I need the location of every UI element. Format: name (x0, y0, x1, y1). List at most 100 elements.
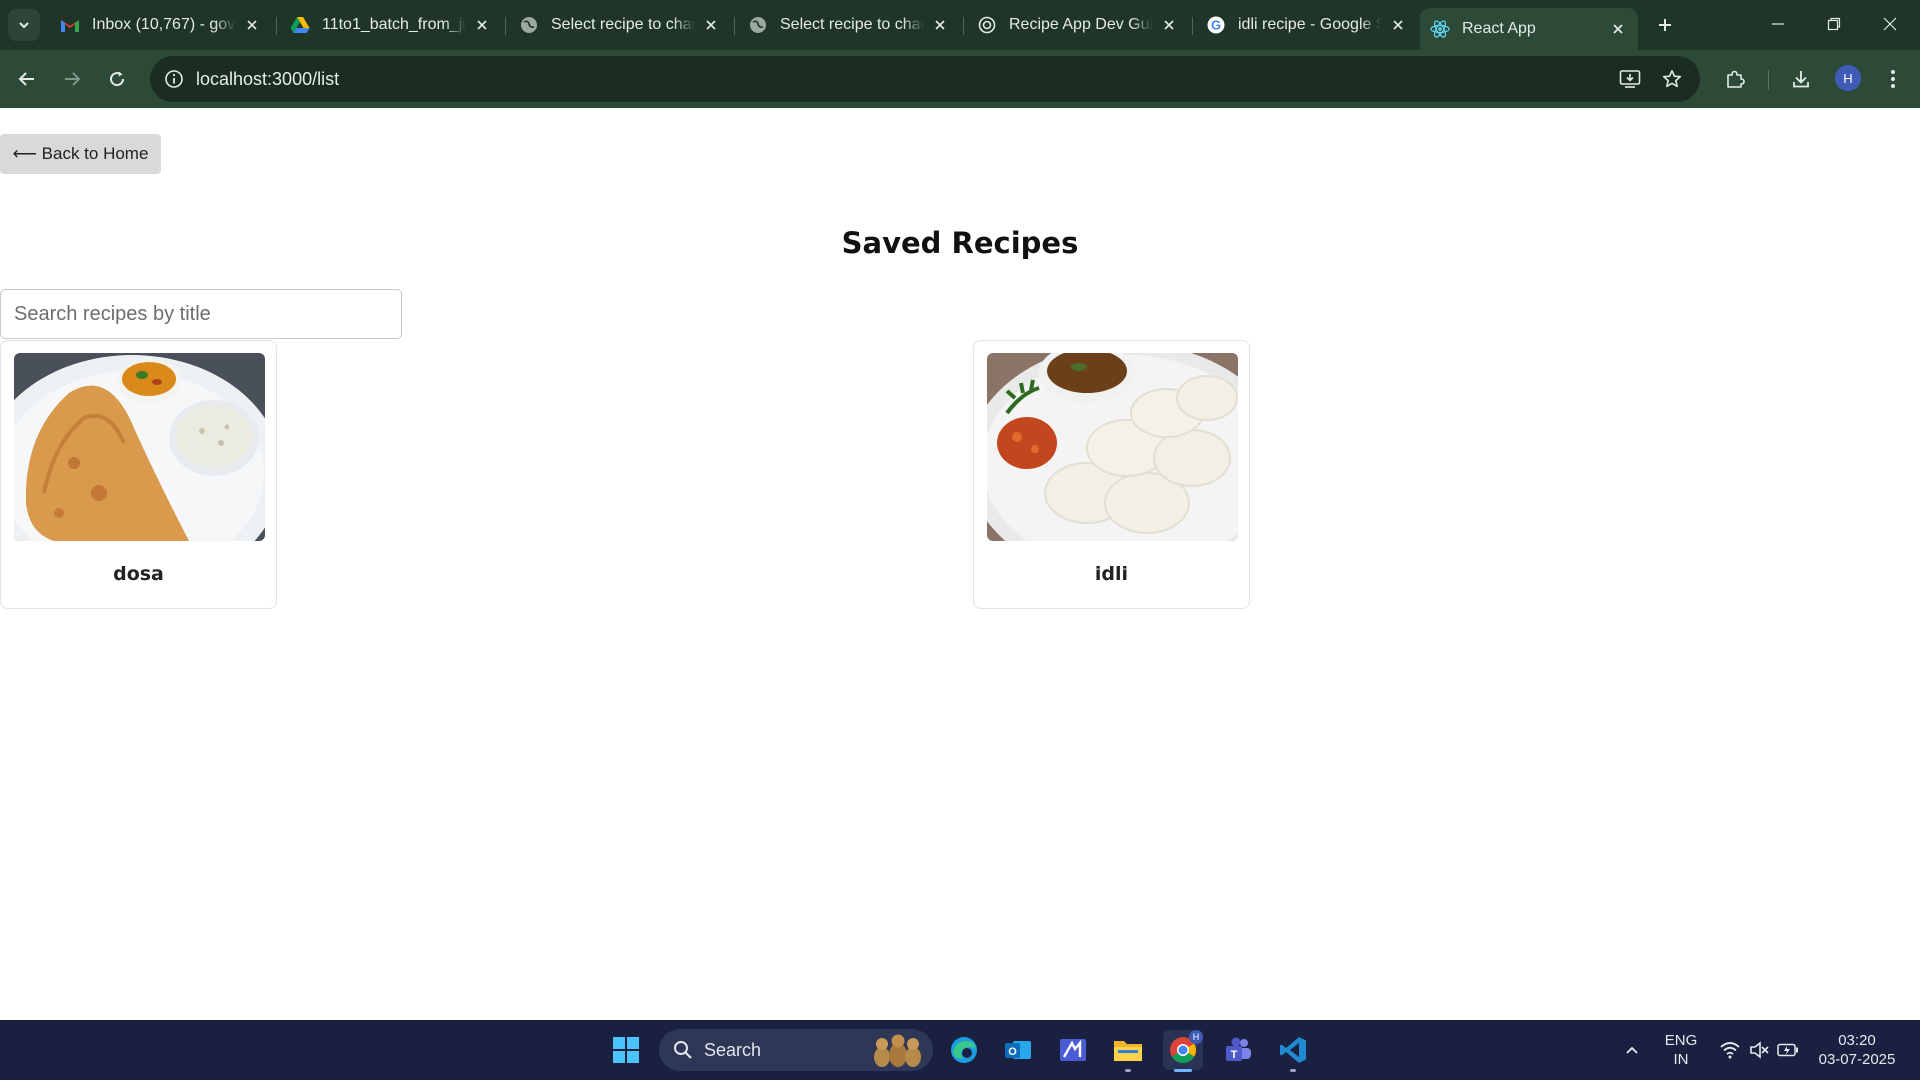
windows-start-icon (613, 1037, 639, 1063)
clock-time: 03:20 (1838, 1032, 1876, 1049)
taskbar-chrome[interactable]: H (1163, 1030, 1203, 1072)
running-indicator (1125, 1069, 1131, 1072)
minimize-button[interactable] (1750, 4, 1806, 44)
extensions-button[interactable] (1718, 62, 1752, 96)
arrow-left-icon (18, 72, 34, 86)
close-icon[interactable] (1159, 15, 1179, 35)
taskbar-app-purple[interactable] (1053, 1030, 1093, 1070)
running-indicator (1290, 1069, 1296, 1072)
chevron-down-icon (19, 22, 29, 29)
close-icon[interactable] (1388, 15, 1408, 35)
tab-title: 11to1_batch_from_july (322, 16, 466, 33)
taskbar-file-explorer[interactable] (1108, 1030, 1148, 1072)
taskbar-outlook[interactable]: O (998, 1030, 1038, 1070)
profile-avatar[interactable]: H (1835, 65, 1861, 91)
download-icon (1793, 71, 1809, 88)
show-hidden-icons-button[interactable] (1612, 1030, 1652, 1070)
tab-recipe-app-guide[interactable]: Recipe App Dev Guide (967, 8, 1189, 42)
close-icon[interactable] (1608, 19, 1628, 39)
openai-icon (977, 15, 997, 35)
tab-separator (276, 17, 277, 35)
tab-select-recipe-1[interactable]: Select recipe to change (509, 8, 731, 42)
svg-text:G: G (1211, 18, 1221, 33)
close-icon[interactable] (701, 15, 721, 35)
recipe-card[interactable]: dosa (0, 340, 277, 609)
tab-title: Inbox (10,767) - govind (92, 16, 236, 33)
tab-separator (963, 17, 964, 35)
tab-idli-search[interactable]: G idli recipe - Google Search (1196, 8, 1418, 42)
chevron-up-icon (1626, 1046, 1638, 1054)
react-icon (1430, 19, 1450, 39)
tab-search-button[interactable] (8, 9, 40, 41)
google-drive-icon (290, 15, 310, 35)
forward-nav-button[interactable] (55, 62, 89, 96)
tab-google-drive[interactable]: 11to1_batch_from_july (280, 8, 502, 42)
globe-icon (519, 15, 539, 35)
tab-react-app[interactable]: React App (1420, 8, 1638, 50)
recipe-title: idli (1094, 563, 1129, 585)
windows-taskbar: Search O H T ENG IN 03:20 03-07-2025 (0, 1020, 1920, 1080)
clock-date: 03-07-2025 (1818, 1051, 1896, 1068)
site-info-icon[interactable] (162, 67, 186, 91)
close-icon[interactable] (930, 15, 950, 35)
taskbar-search-box[interactable]: Search (659, 1029, 933, 1071)
address-bar[interactable]: localhost:3000/list (150, 56, 1700, 102)
tab-title: idli recipe - Google Search (1238, 16, 1382, 33)
restore-button[interactable] (1806, 4, 1862, 44)
plus-icon (1659, 19, 1671, 31)
taskbar-edge[interactable] (944, 1030, 984, 1070)
globe-icon (748, 15, 768, 35)
quick-settings-button[interactable] (1707, 1030, 1811, 1070)
browser-toolbar: localhost:3000/list (0, 50, 1920, 108)
back-to-home-button[interactable]: ⟵ Back to Home (0, 134, 161, 174)
close-icon[interactable] (242, 15, 262, 35)
browser-tab-bar: Inbox (10,767) - govind 11to1_batch_from… (0, 0, 1920, 50)
start-button[interactable] (606, 1030, 646, 1070)
search-input[interactable] (0, 289, 402, 339)
close-icon[interactable] (472, 15, 492, 35)
tab-gmail[interactable]: Inbox (10,767) - govind (50, 8, 272, 42)
tab-title: React App (1462, 20, 1536, 37)
downloads-button[interactable] (1784, 62, 1818, 96)
tab-separator (505, 17, 506, 35)
browser-menu-button[interactable] (1876, 62, 1910, 96)
tab-title: Select recipe to change (551, 16, 695, 33)
search-label: Search (704, 1040, 762, 1060)
close-icon (1883, 17, 1897, 31)
google-icon: G (1206, 15, 1226, 35)
page-title: Saved Recipes (841, 226, 1079, 260)
recipe-card[interactable]: idli (973, 340, 1250, 609)
new-tab-button[interactable] (1650, 10, 1680, 40)
reload-button[interactable] (100, 62, 134, 96)
vscode-icon (1280, 1037, 1306, 1063)
close-window-button[interactable] (1862, 4, 1918, 44)
tab-separator (1192, 17, 1193, 35)
wifi-icon (1720, 1042, 1740, 1059)
taskbar-teams[interactable]: T (1218, 1030, 1258, 1070)
clock[interactable]: 03:20 03-07-2025 (1812, 1031, 1902, 1069)
bookmark-star-icon[interactable] (1658, 65, 1686, 93)
outlook-icon: O (1005, 1041, 1031, 1059)
recipe-title: dosa (113, 563, 164, 585)
recipe-image-idli[interactable] (987, 353, 1238, 541)
tab-title: Recipe App Dev Guide (1009, 16, 1153, 33)
teams-icon: T (1226, 1037, 1251, 1061)
url-text[interactable]: localhost:3000/list (196, 69, 339, 90)
reload-icon (110, 71, 125, 87)
taskbar-vscode[interactable] (1273, 1030, 1313, 1072)
back-nav-button[interactable] (10, 62, 44, 96)
tab-select-recipe-2[interactable]: Select recipe to change (738, 8, 960, 42)
page-content: ⟵ Back to Home Saved Recipes Search reci… (0, 108, 1920, 1020)
minimize-icon (1772, 23, 1784, 25)
language-code: ENG (1664, 1032, 1698, 1049)
edge-icon (951, 1037, 977, 1063)
svg-text:O: O (1008, 1046, 1017, 1058)
install-app-icon[interactable] (1616, 65, 1644, 93)
language-indicator[interactable]: ENG IN (1660, 1031, 1702, 1069)
tab-title: Select recipe to change (780, 16, 924, 33)
region-code: IN (1673, 1051, 1689, 1068)
speaker-muted-icon (1750, 1041, 1769, 1059)
active-indicator (1174, 1069, 1192, 1072)
recipe-image-dosa[interactable] (14, 353, 265, 541)
puzzle-icon (1727, 70, 1745, 88)
